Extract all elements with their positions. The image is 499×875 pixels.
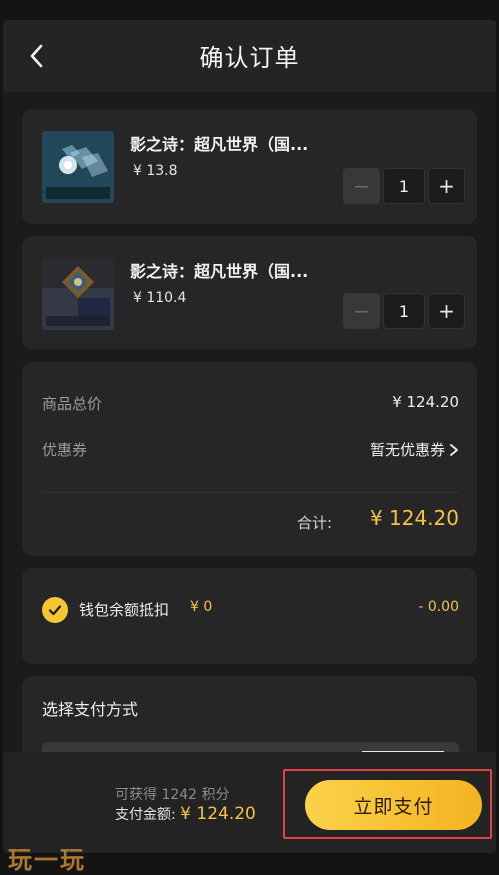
coupon-value: 暂无优惠券 <box>369 441 445 459</box>
highlight-box: 立即支付 <box>283 769 492 839</box>
total-value: ¥ 124.20 <box>369 506 459 530</box>
subtotal-label: 商品总价 <box>42 395 103 413</box>
pay-now-button[interactable]: 立即支付 <box>305 780 482 830</box>
checkmark-icon <box>48 605 62 616</box>
wallet-balance: ¥ 0 <box>190 599 213 615</box>
increase-button[interactable]: + <box>428 293 465 329</box>
decrease-button[interactable]: − <box>343 293 380 329</box>
product-price: ¥ 13.8 <box>133 163 178 179</box>
checkout-bar: 可获得 1242 积分 支付金额: ¥ 124.20 立即支付 <box>3 752 496 853</box>
product-thumbnail[interactable] <box>42 131 114 203</box>
total-label: 合计: <box>297 514 333 532</box>
chevron-right-icon <box>450 443 458 456</box>
quantity-value[interactable]: 1 <box>383 293 425 329</box>
quantity-stepper: − 1 + <box>343 293 465 329</box>
wallet-deduction: - 0.00 <box>418 599 459 615</box>
pay-amount-label: 支付金额: <box>115 807 176 823</box>
product-card: 影之诗：超凡世界（国... ¥ 13.8 − 1 + <box>22 109 477 224</box>
pay-amount-row: 支付金额: ¥ 124.20 <box>115 804 256 824</box>
product-thumbnail[interactable] <box>42 258 114 330</box>
wallet-card: 钱包余额抵扣 ¥ 0 - 0.00 <box>22 568 477 664</box>
pay-amount-value: ¥ 124.20 <box>180 804 256 824</box>
subtotal-value: ¥ 124.20 <box>392 393 459 411</box>
page-title: 确认订单 <box>199 44 300 72</box>
quantity-value[interactable]: 1 <box>383 168 425 204</box>
product-name[interactable]: 影之诗：超凡世界（国... <box>130 131 308 155</box>
points-text: 可获得 1242 积分 <box>115 787 230 803</box>
increase-button[interactable]: + <box>428 168 465 204</box>
watermark-logo: 玩一玩 <box>8 846 86 874</box>
product-card: 影之诗：超凡世界（国... ¥ 110.4 − 1 + <box>22 236 477 349</box>
divider <box>42 492 459 493</box>
payment-method-title: 选择支付方式 <box>42 700 139 719</box>
product-name[interactable]: 影之诗：超凡世界（国... <box>130 258 308 282</box>
product-price: ¥ 110.4 <box>133 290 187 306</box>
wallet-checkbox[interactable] <box>42 597 68 623</box>
quantity-stepper: − 1 + <box>343 168 465 204</box>
order-summary-card: 商品总价 ¥ 124.20 优惠券 暂无优惠券 合计: ¥ 124.20 <box>22 362 477 556</box>
coupon-selector[interactable]: 暂无优惠券 <box>370 439 459 460</box>
app-frame: 确认订单 影之诗：超凡世界（国... ¥ 13.8 − 1 + 影之诗：超凡世界… <box>3 20 496 853</box>
coupon-label: 优惠券 <box>42 441 88 459</box>
header: 确认订单 <box>3 20 496 92</box>
wallet-label: 钱包余额抵扣 <box>79 601 170 619</box>
decrease-button[interactable]: − <box>343 168 380 204</box>
